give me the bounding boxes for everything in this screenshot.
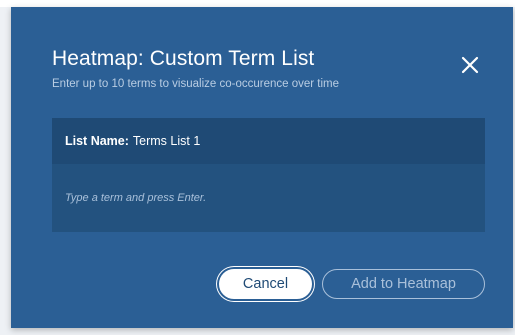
dialog-title: Heatmap: Custom Term List xyxy=(52,47,315,70)
term-list-panel: List Name: Terms List 1 xyxy=(52,118,485,232)
dialog-subtitle: Enter up to 10 terms to visualize co-occ… xyxy=(52,78,339,90)
add-to-heatmap-button[interactable]: Add to Heatmap xyxy=(322,269,485,299)
term-input[interactable] xyxy=(52,164,485,232)
custom-term-list-dialog: Heatmap: Custom Term List Enter up to 10… xyxy=(11,7,513,328)
close-icon xyxy=(461,56,479,74)
top-strip xyxy=(0,0,515,7)
list-name-value[interactable]: Terms List 1 xyxy=(133,134,200,148)
cancel-button[interactable]: Cancel xyxy=(219,269,312,299)
list-name-row[interactable]: List Name: Terms List 1 xyxy=(52,118,485,164)
close-button[interactable] xyxy=(457,52,483,78)
list-name-label: List Name: xyxy=(65,134,129,148)
